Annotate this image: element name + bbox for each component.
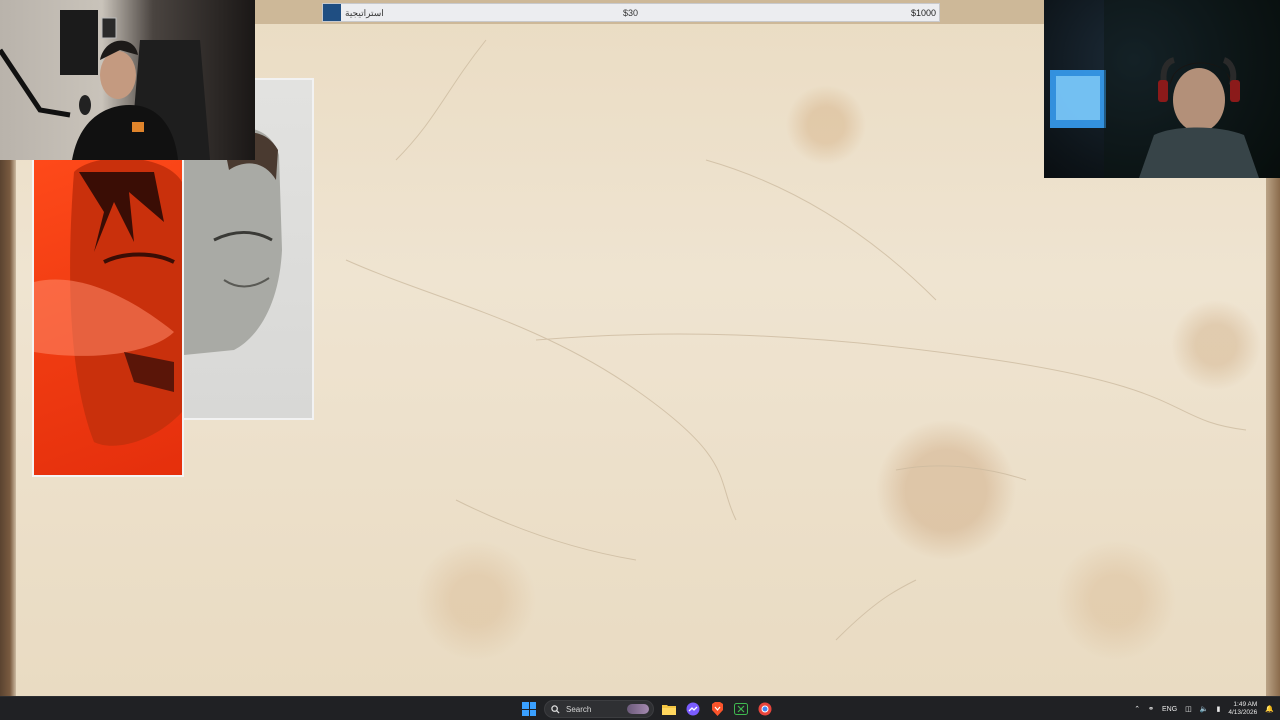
search-label: Search bbox=[566, 704, 592, 714]
taskbar-apps: Search bbox=[520, 699, 774, 719]
brave-browser-icon[interactable] bbox=[708, 700, 726, 718]
battery-icon[interactable]: ▮ bbox=[1217, 705, 1221, 713]
bet-slider[interactable]: استراتيجية $30 $1000 bbox=[322, 3, 940, 22]
network-icon[interactable]: ◫ bbox=[1185, 705, 1192, 713]
search-highlight-graphic bbox=[627, 704, 649, 714]
notification-icon[interactable]: 🔔 bbox=[1265, 705, 1274, 713]
slider-min-label: استراتيجية bbox=[345, 8, 384, 18]
taskbar-search[interactable]: Search bbox=[544, 700, 654, 718]
language-indicator[interactable]: ENG bbox=[1162, 706, 1177, 713]
file-explorer-icon[interactable] bbox=[660, 700, 678, 718]
xbox-icon[interactable] bbox=[732, 700, 750, 718]
streamer-webcam-right bbox=[1044, 0, 1280, 178]
volume-icon[interactable]: 🔈 bbox=[1200, 705, 1209, 713]
slider-max-label: $1000 bbox=[910, 8, 936, 18]
search-icon bbox=[551, 704, 560, 714]
windows-taskbar: Search ⌃ ⚭ ENG ◫ 🔈 ▮ 1:49 AM 4/13/2026 🔔 bbox=[0, 696, 1280, 720]
microphone-icon[interactable]: ⚭ bbox=[1148, 705, 1154, 713]
slider-thumb[interactable] bbox=[323, 4, 341, 21]
poster-red-face bbox=[32, 150, 184, 477]
system-tray: ⌃ ⚭ ENG ◫ 🔈 ▮ 1:49 AM 4/13/2026 🔔 bbox=[1134, 699, 1274, 719]
chrome-icon[interactable] bbox=[756, 700, 774, 718]
messenger-icon[interactable] bbox=[684, 700, 702, 718]
clock-date: 4/13/2026 bbox=[1228, 709, 1258, 716]
streamer-webcam-left bbox=[0, 0, 255, 160]
chevron-up-icon[interactable]: ⌃ bbox=[1134, 705, 1140, 713]
clock-time: 1:49 AM bbox=[1233, 701, 1258, 708]
windows-start-icon[interactable] bbox=[520, 700, 538, 718]
clock[interactable]: 1:49 AM 4/13/2026 bbox=[1228, 701, 1257, 717]
slider-value-label: $30 bbox=[623, 8, 639, 18]
